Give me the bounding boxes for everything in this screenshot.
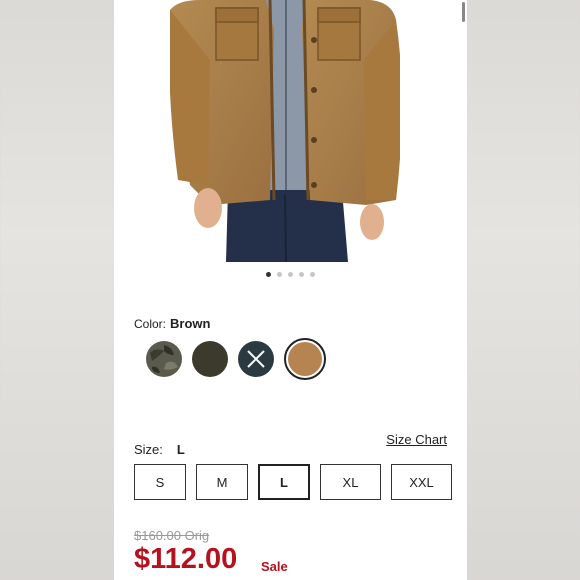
color-label-text: Color: [134, 317, 167, 331]
size-option-xxl[interactable]: XXL [391, 464, 452, 500]
scrollbar[interactable] [462, 2, 465, 22]
carousel-dot[interactable] [266, 272, 271, 277]
carousel-dot[interactable] [277, 272, 282, 277]
size-label-text: Size: [134, 442, 163, 457]
size-chart-link[interactable]: Size Chart [386, 432, 447, 447]
selected-size-value: L [176, 442, 185, 457]
sale-badge: Sale [261, 559, 288, 574]
color-label: Color: Brown [134, 316, 210, 331]
background-right [467, 0, 580, 580]
sale-price: $112.00 [134, 543, 238, 575]
swatch-brown-selected[interactable] [284, 338, 326, 380]
background-left [0, 0, 114, 580]
size-option-xl[interactable]: XL [320, 464, 381, 500]
selected-color-value: Brown [170, 316, 211, 331]
size-option-l[interactable]: L [258, 464, 310, 500]
swatch-olive[interactable] [192, 341, 228, 377]
size-label: Size: L [134, 442, 185, 457]
unavailable-x-icon [238, 341, 274, 377]
carousel-dot[interactable] [299, 272, 304, 277]
size-option-s[interactable]: S [134, 464, 186, 500]
size-option-m[interactable]: M [196, 464, 248, 500]
carousel-dot[interactable] [310, 272, 315, 277]
original-price: $160.00 Orig [134, 528, 210, 543]
olive-fill [192, 341, 228, 377]
swatch-navy-unavailable[interactable] [238, 341, 274, 377]
product-image[interactable] [170, 0, 400, 262]
carousel-dots [114, 272, 467, 277]
carousel-dot[interactable] [288, 272, 293, 277]
color-swatches [146, 338, 326, 380]
brown-fill [288, 342, 322, 376]
product-page: Color: Brown Size: L Size Chart S M L XL… [114, 0, 467, 580]
camo-pattern-icon [146, 341, 182, 377]
size-options: S M L XL XXL [134, 464, 452, 500]
swatch-camo[interactable] [146, 341, 182, 377]
